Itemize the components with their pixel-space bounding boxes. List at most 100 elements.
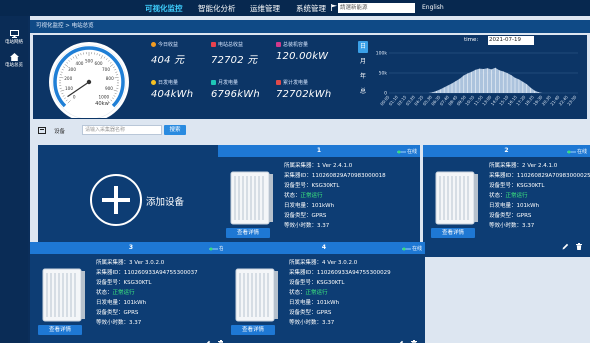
gauge-hub (86, 79, 92, 85)
link-icon (401, 247, 411, 250)
link-icon (396, 150, 406, 153)
capacity-icon (276, 42, 281, 47)
status-line: 状态：正常运行 (489, 191, 590, 201)
collector-id-line: 采集器ID：110260829A70983000025 (489, 173, 590, 179)
model-line: 设备型号：KSG30KTL (284, 183, 340, 189)
status-line: 状态：正常运行 (96, 288, 230, 298)
daily-energy-line: 日发电量：101kWh (96, 300, 147, 306)
stat-label: 累计发电量 (283, 80, 309, 86)
sidebar-item-label: 电站总览 (5, 63, 23, 68)
tab-month[interactable]: 月 (358, 56, 368, 68)
status-label: 状态： (96, 290, 113, 296)
gauge-tick-label: 700 (102, 67, 110, 72)
card-title: 3 (128, 244, 134, 251)
status-line: 状态：正常运行 (289, 288, 423, 298)
device-card: 4 在线 查看详情 所属采集器：4 Ver 3.0.2.0 采集器ID：1102… (223, 242, 425, 343)
tab-total[interactable]: 总 (358, 86, 368, 98)
add-device-card[interactable]: 添加设备 (38, 145, 240, 257)
device-type-line: 设备类型：GPRS (489, 213, 532, 219)
language-switch[interactable]: English (422, 4, 444, 11)
status-line: 状态：正常运行 (284, 191, 418, 201)
equivalent-hours-line: 等效小时数：3.37 (96, 320, 142, 326)
search-button[interactable]: 搜索 (164, 125, 186, 135)
status-value: 正常运行 (305, 290, 328, 296)
online-label: 在线 (411, 246, 422, 252)
main-content: 可视化监控 > 电站总览 0 100 200 300 400 500 600 700 800 90… (30, 16, 590, 343)
tab-day[interactable]: 日 (358, 41, 368, 53)
device-info: 所属采集器：3 Ver 3.0.2.0 采集器ID：110260933A9475… (96, 258, 230, 328)
online-status: 在线 (566, 148, 587, 155)
stat-label: 总装机容量 (283, 42, 309, 48)
energy-area-chart: 050k100k00:0501:1002:1503:2004:2505:3006… (376, 51, 578, 106)
stat-daily-energy: 日发电量 404kWh (151, 79, 193, 100)
top-navigation: 可视化监控 智能化分析 运维管理 系统管理 請選新能源 English (0, 0, 590, 16)
sidebar-item-network[interactable]: 电站网络 (0, 30, 28, 45)
network-icon (9, 30, 19, 38)
stat-capacity: 总装机容量 120.00kW (276, 41, 328, 62)
status-label: 状态： (289, 290, 306, 296)
card-title: 1 (316, 147, 322, 154)
sidebar: 电站网络 电站总览 (0, 16, 28, 343)
view-details-button[interactable]: 查看详情 (226, 228, 270, 238)
daily-energy-line: 日发电量：101kWh (289, 300, 340, 306)
sidebar-item-label: 电站网络 (5, 40, 23, 45)
model-line: 设备型号：KSG30KTL (96, 280, 152, 286)
device-search-row: 设备 请输入采集器名称 搜索 (36, 125, 576, 137)
stat-label: 电站总收益 (218, 42, 244, 48)
device-card: 2 在线 查看详情 所属采集器：2 Ver 2.4.1.0 采集器ID：1102… (423, 145, 590, 257)
tab-year[interactable]: 年 (358, 71, 368, 83)
plant-select[interactable]: 請選新能源 (338, 3, 415, 13)
stat-value: 120.00kW (276, 51, 329, 62)
plus-icon (90, 174, 142, 226)
search-label: 设备 (54, 129, 66, 135)
stat-label: 月发电量 (218, 80, 239, 86)
nav-item-operations[interactable]: 运维管理 (250, 3, 280, 14)
delete-icon[interactable] (576, 243, 582, 250)
gauge-tick-label: 500 (85, 59, 93, 64)
gauge-value-label: 40kw (95, 101, 110, 107)
view-details-button[interactable]: 查看详情 (38, 325, 82, 335)
view-details-button[interactable]: 查看详情 (431, 228, 475, 238)
edit-icon[interactable] (562, 243, 569, 250)
collector-line: 所属采集器：1 Ver 2.4.1.0 (284, 163, 353, 169)
collector-id-line: 采集器ID：110260933A94755300037 (96, 270, 198, 276)
flag-icon (331, 4, 337, 11)
nav-item-monitoring[interactable]: 可视化监控 (145, 3, 183, 14)
energy-chart: time: 2021-07-19 0 50k 100k 00:05 01:10 02:15… (371, 36, 584, 120)
chart-x-tick: 23:50 (566, 94, 578, 106)
device-info: 所属采集器：2 Ver 2.4.1.0 采集器ID：110260829A7098… (489, 161, 590, 231)
search-input[interactable]: 请输入采集器名称 (82, 125, 162, 135)
collector-line: 所属采集器：2 Ver 2.4.1.0 (489, 163, 558, 169)
nav-item-system[interactable]: 系统管理 (296, 3, 326, 14)
stat-value: 72702 元 (211, 55, 258, 66)
inverter-icon (230, 171, 273, 225)
home-icon (9, 53, 19, 61)
gauge-tick-label: 200 (64, 76, 72, 81)
online-label: 在线 (576, 149, 587, 155)
card-title: 4 (321, 244, 327, 251)
status-value: 正常运行 (505, 193, 528, 199)
equivalent-hours-line: 等效小时数：3.37 (284, 223, 330, 229)
status-label: 状态： (489, 193, 506, 199)
collector-line: 所属采集器：4 Ver 3.0.2.0 (289, 260, 358, 266)
daily-energy-line: 日发电量：101kWh (489, 203, 540, 209)
device-info: 所属采集器：4 Ver 3.0.2.0 采集器ID：110260933A9475… (289, 258, 423, 328)
link-icon (208, 247, 218, 250)
add-device-label: 添加设备 (146, 197, 185, 208)
card-header: 1 在线 (218, 145, 420, 157)
model-line: 设备型号：KSG30KTL (489, 183, 545, 189)
equivalent-hours-line: 等效小时数：3.37 (289, 320, 335, 326)
nav-item-analysis[interactable]: 智能化分析 (198, 3, 236, 14)
view-details-button[interactable]: 查看详情 (231, 325, 275, 335)
sidebar-item-overview[interactable]: 电站总览 (0, 53, 28, 68)
wallet-icon (211, 42, 216, 47)
device-card: 3 在线 查看详情 所属采集器：3 Ver 3.0.2.0 采集器ID：1102… (30, 242, 232, 343)
stat-value: 404 元 (151, 55, 185, 66)
inverter-icon (235, 268, 278, 322)
card-header: 3 在线 (30, 242, 232, 254)
chart-y-tick: 100k (376, 51, 388, 57)
stat-label: 今日收益 (158, 42, 179, 48)
model-line: 设备型号：KSG30KTL (289, 280, 345, 286)
gauge-tick-label: 400 (75, 61, 83, 66)
sun-icon (151, 80, 156, 85)
